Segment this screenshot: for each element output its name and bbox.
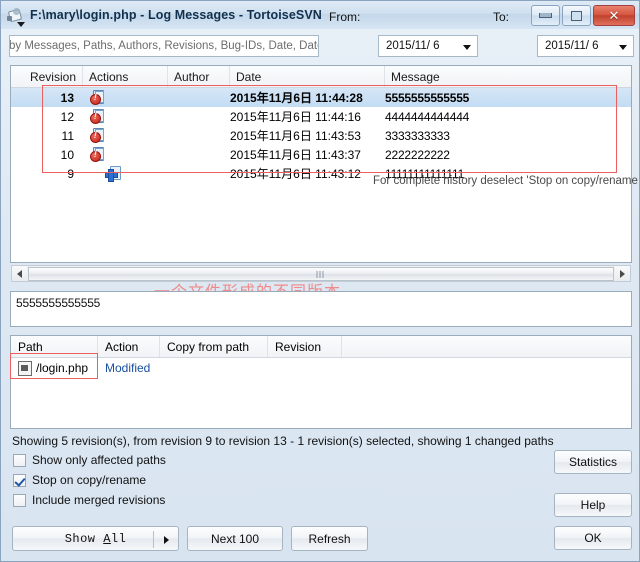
- horizontal-scrollbar[interactable]: [11, 265, 631, 282]
- modified-icon: [90, 90, 104, 105]
- checkbox-checked-icon[interactable]: [13, 473, 26, 487]
- ok-button[interactable]: OK: [554, 526, 632, 550]
- minimize-button[interactable]: [531, 5, 560, 26]
- statistics-button[interactable]: Statistics: [554, 450, 632, 474]
- show-all-separator: [153, 531, 154, 548]
- action-cell: [83, 145, 168, 164]
- show-all-suffix: ll: [110, 531, 127, 546]
- checkbox-include-merged-revisions[interactable]: Include merged revisions: [13, 493, 165, 507]
- show-all-label: Show All: [65, 532, 127, 546]
- path-value: /login.php: [36, 361, 89, 375]
- from-label: From:: [329, 10, 361, 24]
- table-row[interactable]: 10 2015年11月6日 11:43:37 2222222222: [11, 145, 631, 164]
- column-header-message[interactable]: Message: [385, 66, 631, 87]
- minimize-icon: [539, 13, 552, 18]
- message-cell: 2222222222: [385, 147, 450, 162]
- path-list-header: Path Action Copy from path Revision: [11, 336, 631, 358]
- to-date-value: 2015/11/ 6: [545, 40, 599, 52]
- scroll-right-arrow-icon[interactable]: [615, 266, 630, 281]
- file-icon: [18, 360, 32, 376]
- history-hint: For complete history deselect 'Stop on c…: [373, 175, 638, 187]
- filter-dropdown-caret-icon[interactable]: [17, 22, 25, 27]
- revision-number: 9: [67, 166, 74, 181]
- message-cell: 4444444444444: [385, 109, 470, 124]
- show-all-dropdown-arrow-icon[interactable]: [164, 536, 169, 544]
- refresh-button[interactable]: Refresh: [291, 526, 368, 551]
- scrollbar-grip-icon: [316, 270, 326, 278]
- checkbox-icon[interactable]: [13, 453, 26, 467]
- column-header-author[interactable]: Author: [168, 66, 230, 87]
- commit-message-box[interactable]: 5555555555555: [10, 291, 632, 327]
- modified-icon: [90, 147, 104, 162]
- table-row[interactable]: 12 2015年11月6日 11:44:16 4444444444444: [11, 107, 631, 126]
- to-label: To:: [493, 10, 510, 24]
- action-cell: [83, 126, 168, 145]
- from-date-value: 2015/11/ 6: [386, 40, 440, 52]
- close-icon: ✕: [608, 8, 620, 23]
- date-cell: 2015年11月6日 11:43:12: [230, 167, 361, 181]
- help-button[interactable]: Help: [554, 493, 632, 517]
- chevron-down-icon: [463, 45, 471, 50]
- scroll-left-arrow-icon[interactable]: [12, 266, 27, 281]
- table-row[interactable]: 11 2015年11月6日 11:43:53 3333333333: [11, 126, 631, 145]
- path-cell: /login.php: [11, 360, 98, 376]
- tortoisesvn-icon: [7, 7, 25, 23]
- status-text: Showing 5 revision(s), from revision 9 t…: [12, 434, 554, 448]
- show-all-button[interactable]: Show All: [12, 526, 179, 551]
- maximize-button[interactable]: [562, 5, 591, 26]
- date-cell: 2015年11月6日 11:43:37: [230, 148, 361, 162]
- message-cell: 3333333333: [385, 128, 450, 143]
- column-header-action[interactable]: Action: [98, 336, 160, 357]
- filter-input[interactable]: by Messages, Paths, Authors, Revisions, …: [9, 35, 319, 57]
- date-cell: 2015年11月6日 11:44:16: [230, 110, 361, 124]
- action-cell: [83, 107, 168, 126]
- message-cell: 5555555555555: [385, 90, 470, 105]
- added-icon: [105, 166, 121, 182]
- filter-placeholder: by Messages, Paths, Authors, Revisions, …: [9, 40, 319, 52]
- checkbox-label: Include merged revisions: [32, 493, 166, 507]
- to-date-picker[interactable]: 2015/11/ 6: [537, 35, 634, 57]
- show-all-accelerator: A: [103, 531, 111, 546]
- column-header-path[interactable]: Path: [11, 336, 98, 357]
- window-controls: ✕: [531, 5, 635, 26]
- column-header-filler: [342, 336, 631, 357]
- checkbox-label: Show only affected paths: [32, 453, 166, 467]
- revision-number: 10: [60, 147, 74, 162]
- modified-icon: [90, 109, 104, 124]
- date-cell: 2015年11月6日 11:44:28: [230, 91, 363, 105]
- revision-number: 11: [61, 128, 74, 143]
- modified-icon: [90, 128, 104, 143]
- scrollbar-thumb[interactable]: [28, 266, 614, 281]
- checkbox-stop-on-copy-rename[interactable]: Stop on copy/rename: [13, 473, 146, 487]
- checkbox-show-only-affected-paths[interactable]: Show only affected paths: [13, 453, 166, 467]
- show-all-prefix: Show: [64, 531, 104, 546]
- checkbox-icon[interactable]: [13, 493, 26, 507]
- close-button[interactable]: ✕: [593, 5, 635, 26]
- title-bar: F:\mary\login.php - Log Messages - Torto…: [1, 1, 639, 29]
- chevron-down-icon: [619, 45, 627, 50]
- revision-number: 13: [60, 90, 74, 105]
- date-cell: 2015年11月6日 11:43:53: [230, 129, 361, 143]
- revision-list[interactable]: Revision Actions Author Date Message 13 …: [10, 65, 632, 301]
- path-action-value: Modified: [105, 361, 151, 375]
- changed-paths-list[interactable]: Path Action Copy from path Revision /log…: [10, 335, 632, 429]
- column-header-revision[interactable]: Revision: [11, 66, 83, 87]
- column-header-date[interactable]: Date: [230, 66, 385, 87]
- next-100-button[interactable]: Next 100: [187, 526, 283, 551]
- list-item[interactable]: /login.php Modified: [11, 358, 631, 378]
- from-date-picker[interactable]: 2015/11/ 6: [378, 35, 478, 57]
- checkbox-label: Stop on copy/rename: [32, 473, 147, 487]
- column-header-copy-from-path[interactable]: Copy from path: [160, 336, 268, 357]
- window-title: F:\mary\login.php - Log Messages - Torto…: [30, 8, 322, 22]
- column-header-path-revision[interactable]: Revision: [268, 336, 342, 357]
- action-cell: [83, 164, 168, 183]
- log-messages-window: F:\mary\login.php - Log Messages - Torto…: [0, 0, 640, 562]
- maximize-icon: [571, 10, 582, 21]
- column-header-actions[interactable]: Actions: [83, 66, 168, 87]
- action-cell: [83, 88, 168, 107]
- revision-number: 12: [60, 109, 74, 124]
- table-row[interactable]: 13 2015年11月6日 11:44:28 5555555555555: [11, 88, 631, 107]
- revision-list-header: Revision Actions Author Date Message: [11, 66, 631, 88]
